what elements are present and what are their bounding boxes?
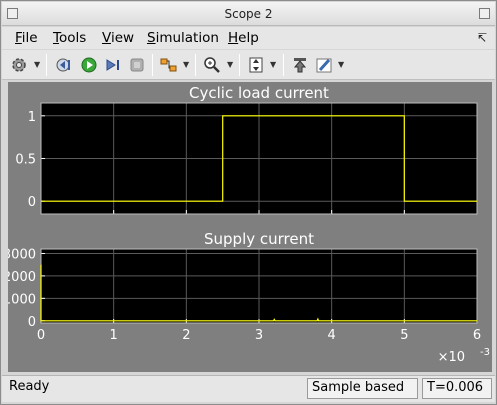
toolbar-separator [195, 54, 196, 76]
x-tick-label: 3 [255, 328, 263, 343]
step-back-icon[interactable] [54, 54, 76, 76]
signal-selector-dropdown-icon[interactable]: ▼ [183, 60, 189, 69]
status-ready: Ready [9, 379, 50, 394]
style-pen-icon[interactable] [313, 54, 335, 76]
window-menu-button[interactable] [7, 8, 18, 19]
axes-title: Supply current [204, 230, 314, 248]
gear-icon[interactable] [8, 54, 30, 76]
toolbar: ▼ ▼ ▼ ▼ ▼ [2, 50, 495, 80]
title-bar: Scope 2 [2, 2, 495, 26]
menu-bar: File Tools View Simulation Help ↸ [2, 27, 495, 49]
fit-axes-icon[interactable] [245, 54, 267, 76]
axes-1: Cyclic load current 0 0.5 1 [15, 84, 478, 215]
menu-view[interactable]: View [102, 30, 134, 46]
x-multiplier-label: ×10 [438, 350, 465, 365]
step-forward-icon[interactable] [102, 54, 124, 76]
y-tick-label: 3000 [8, 247, 36, 262]
x-tick-label: 6 [473, 328, 481, 343]
style-dropdown-icon[interactable]: ▼ [338, 60, 344, 69]
x-tick-label: 5 [400, 328, 408, 343]
y-tick-label: 0 [28, 195, 36, 210]
window-title: Scope 2 [224, 7, 273, 21]
zoom-icon[interactable] [201, 54, 223, 76]
y-tick-label: 2000 [8, 270, 36, 285]
menu-help[interactable]: Help [228, 30, 259, 46]
axes-title: Cyclic load current [189, 84, 329, 102]
toolbar-separator [46, 54, 47, 76]
x-tick-label: 0 [37, 328, 45, 343]
x-tick-label: 4 [328, 328, 336, 343]
zoom-dropdown-icon[interactable]: ▼ [227, 60, 233, 69]
highlight-block-icon[interactable] [289, 54, 311, 76]
signal-selector-icon[interactable] [158, 54, 180, 76]
sim-time-indicator: T=0.006 [422, 378, 492, 399]
stop-icon[interactable] [126, 54, 148, 76]
toolbar-separator [152, 54, 153, 76]
scope-plot-area: Cyclic load current 0 0.5 1 Supply current 0 1… [3, 82, 492, 372]
scope-window: Scope 2 File Tools View Simulation Help … [0, 0, 497, 405]
toolbar-separator [239, 54, 240, 76]
menu-tools[interactable]: Tools [53, 30, 86, 46]
maximize-button[interactable] [479, 8, 490, 19]
y-tick-label: 1 [28, 110, 36, 125]
sample-mode-indicator: Sample based [307, 378, 418, 399]
x-tick-label: 2 [182, 328, 190, 343]
x-multiplier-exponent: -3 [480, 347, 490, 358]
scope-plots-svg[interactable]: Cyclic load current 0 0.5 1 Supply current 0 1… [3, 82, 492, 372]
toolbar-separator [283, 54, 284, 76]
y-tick-label: 0.5 [15, 153, 36, 168]
status-bar: Ready Sample based T=0.006 [2, 375, 495, 402]
run-icon[interactable] [78, 54, 100, 76]
y-tick-label: 0 [28, 315, 36, 330]
x-tick-label: 1 [110, 328, 118, 343]
menu-overflow-icon[interactable]: ↸ [477, 31, 487, 45]
fit-axes-dropdown-icon[interactable]: ▼ [270, 60, 276, 69]
axes-2: Supply current 0 1 2 3 4 5 6 0 1000 2000 3000 ×10 -3 [3, 230, 490, 365]
menu-file[interactable]: File [15, 30, 38, 46]
gear-dropdown-icon[interactable]: ▼ [34, 60, 40, 69]
menu-simulation[interactable]: Simulation [147, 30, 219, 46]
y-tick-label: 1000 [8, 292, 36, 307]
